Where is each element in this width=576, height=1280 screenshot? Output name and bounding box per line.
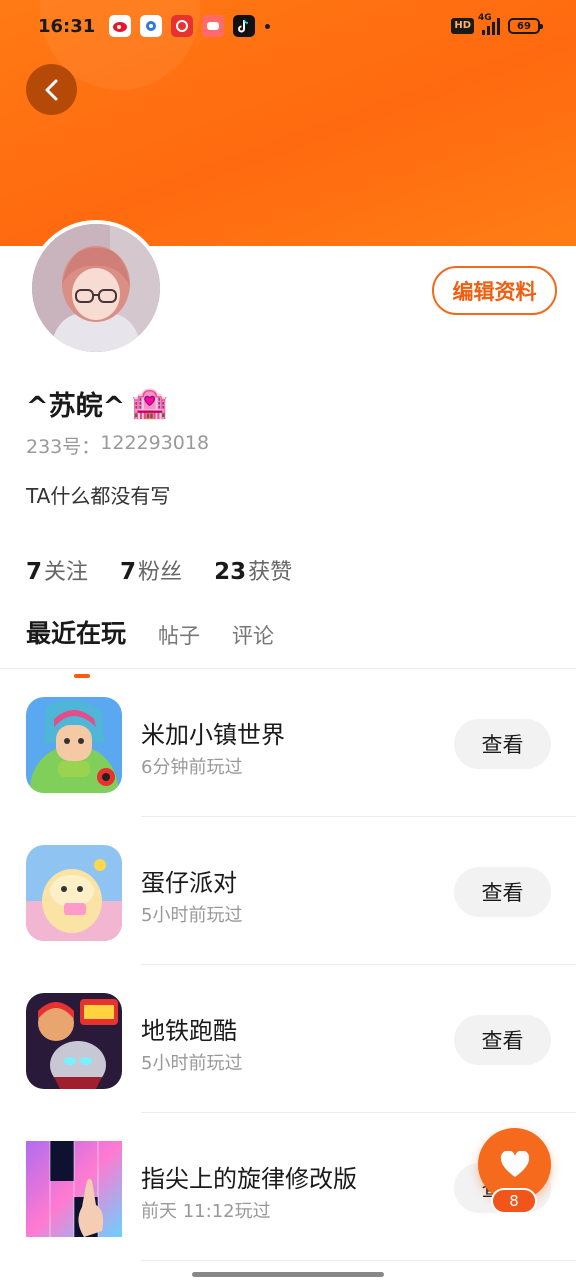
avatar-image xyxy=(32,224,160,352)
last-played-time: 5小时前玩过 xyxy=(141,905,243,926)
stat-label: 粉丝 xyxy=(138,560,183,585)
heart-icon xyxy=(500,1150,529,1177)
hd-voice-icon: HD xyxy=(451,18,474,34)
game-name: 蛋仔派对 xyxy=(141,869,237,897)
game-name: 地铁跑酷 xyxy=(141,1017,237,1045)
stat-value: 7 xyxy=(120,559,137,585)
status-bar: 16:31 HD 4G 69 xyxy=(0,0,576,52)
stat-followers[interactable]: 7 粉丝 xyxy=(120,554,182,586)
browser-icon xyxy=(140,15,163,37)
game-name: 指尖上的旋律修改版 xyxy=(141,1165,357,1193)
user-id-label: 233号： xyxy=(26,436,101,458)
stat-value: 23 xyxy=(214,559,247,585)
view-button[interactable]: 查看 xyxy=(454,867,551,917)
eggy-party-icon xyxy=(26,845,122,941)
stat-following[interactable]: 7 关注 xyxy=(26,554,88,586)
back-button[interactable] xyxy=(26,64,77,115)
avatar[interactable] xyxy=(28,220,164,356)
tab-label: 最近在玩 xyxy=(26,619,127,648)
bio-text: TA什么都没有写 xyxy=(26,484,171,508)
status-indicators: HD 4G 69 xyxy=(451,13,543,35)
signal-icon: 4G xyxy=(478,13,500,35)
game-center-icon xyxy=(202,15,225,37)
more-notifications-dot xyxy=(265,23,271,29)
last-played-time: 5小时前玩过 xyxy=(141,1053,243,1074)
like-count-badge: 8 xyxy=(491,1188,537,1214)
tiktok-icon xyxy=(233,15,256,37)
tab-comments[interactable]: 评论 xyxy=(232,620,274,654)
edit-profile-button[interactable]: 编辑资料 xyxy=(432,266,557,315)
list-item[interactable]: 地铁跑酷 5小时前玩过 查看 xyxy=(0,965,576,1113)
home-indicator[interactable] xyxy=(192,1272,384,1277)
subway-surfers-icon xyxy=(26,993,122,1089)
list-item[interactable]: 蛋仔派对 5小时前玩过 查看 xyxy=(0,817,576,965)
last-played-time: 6分钟前玩过 xyxy=(141,757,243,778)
battery-icon: 69 xyxy=(508,18,543,34)
nickname: ^苏皖^ xyxy=(26,391,126,422)
weibo-icon xyxy=(109,15,132,37)
game-name: 米加小镇世界 xyxy=(141,721,285,749)
status-time: 16:31 xyxy=(38,15,96,37)
view-button[interactable]: 查看 xyxy=(454,1015,551,1065)
nickname-emoji: 🏩 xyxy=(131,386,169,421)
view-button[interactable]: 查看 xyxy=(454,719,551,769)
miga-town-icon xyxy=(26,697,122,793)
profile-tabs: 最近在玩 帖子 评论 xyxy=(26,614,306,678)
tab-recently-played[interactable]: 最近在玩 xyxy=(26,614,127,678)
nickname-row: ^苏皖^ 🏩 xyxy=(26,384,169,423)
notification-icons xyxy=(109,15,256,37)
chevron-left-icon xyxy=(45,79,57,100)
stats-row: 7 关注 7 粉丝 23 获赞 xyxy=(26,554,292,586)
piano-tiles-icon xyxy=(26,1141,122,1237)
list-item[interactable]: 米加小镇世界 6分钟前玩过 查看 xyxy=(0,669,576,817)
stat-value: 7 xyxy=(26,559,43,585)
user-id-value: 122293018 xyxy=(100,432,210,454)
tab-posts[interactable]: 帖子 xyxy=(158,620,200,654)
divider xyxy=(141,1260,576,1261)
stat-label: 获赞 xyxy=(248,560,293,585)
stat-label: 关注 xyxy=(44,560,89,585)
user-id: 233号： 122293018 xyxy=(26,432,209,459)
stat-likes[interactable]: 23 获赞 xyxy=(214,554,292,586)
last-played-time: 前天 11:12玩过 xyxy=(141,1201,271,1222)
pinduoduo-icon xyxy=(171,15,194,37)
